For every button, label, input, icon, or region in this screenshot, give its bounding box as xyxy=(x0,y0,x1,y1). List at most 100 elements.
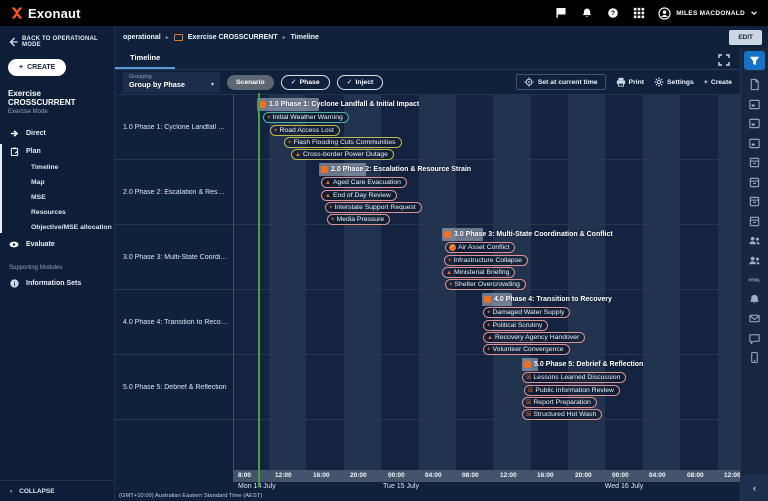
inject-pill[interactable]: +Infrastructure Collapse xyxy=(444,255,528,266)
inject-pill[interactable]: +Shelter Overcrowding xyxy=(445,279,526,290)
inject-pill[interactable]: ☒Lessons Learned Discussion xyxy=(522,372,626,383)
app-window: Exonaut ? MILES MACDONALD xyxy=(0,0,768,501)
archive-icon[interactable] xyxy=(747,195,763,208)
axis-tick-label: 16:00 xyxy=(537,472,554,479)
phase-label-column: 1.0 Phase 1: Cyclone Landfall & Initial … xyxy=(115,95,233,470)
set-at-current-time-button[interactable]: Set at current time xyxy=(516,74,606,90)
edit-button[interactable]: EDIT xyxy=(729,30,762,45)
archive-icon[interactable] xyxy=(747,156,763,169)
inject-pill[interactable]: ▲End of Day Review xyxy=(321,190,397,201)
inject-pill[interactable]: ▲Recovery Agency Handover xyxy=(483,332,585,343)
plus-icon: + xyxy=(19,64,23,71)
notifications-bell-icon[interactable] xyxy=(580,7,593,20)
phase-bar[interactable]: 4.0 Phase 4: Transition to Recovery xyxy=(484,294,612,305)
chip-phase[interactable]: ✓ Phase xyxy=(281,75,330,90)
html-icon[interactable]: HTML xyxy=(747,273,763,286)
bell-icon[interactable] xyxy=(747,293,763,306)
sidebar-item-information-sets[interactable]: i Information Sets xyxy=(0,274,114,292)
left-sidebar: BACK TO OPERATIONAL MODE + CREATE Exerci… xyxy=(0,26,115,501)
person-plus-icon: + xyxy=(487,323,491,329)
inject-pill[interactable]: +Volunteer Convergence xyxy=(483,344,570,355)
inject-label: Aged Care Evacuation xyxy=(333,179,401,186)
card-icon[interactable] xyxy=(747,98,763,111)
archive-icon[interactable] xyxy=(747,176,763,189)
phase-bar[interactable]: 1.0 Phase 1: Cyclone Landfall & Initial … xyxy=(259,99,419,110)
square-x-icon: ☒ xyxy=(526,412,531,418)
device-icon[interactable] xyxy=(747,351,763,364)
help-icon[interactable]: ? xyxy=(606,7,619,20)
card-icon[interactable] xyxy=(747,137,763,150)
archive-icon[interactable] xyxy=(747,215,763,228)
sidebar-item-map[interactable]: Map xyxy=(0,175,114,190)
inject-pill[interactable]: ☒Public Information Review xyxy=(524,385,620,396)
sidebar-item-plan[interactable]: Plan xyxy=(0,142,114,160)
card-icon[interactable] xyxy=(747,117,763,130)
chat-icon[interactable] xyxy=(747,332,763,345)
inject-pill[interactable]: ▲Aged Care Evacuation xyxy=(321,177,407,188)
sidebar-collapse-button[interactable]: ‹ COLLAPSE xyxy=(0,480,114,501)
users-icon[interactable] xyxy=(747,234,763,247)
back-to-operational-mode[interactable]: BACK TO OPERATIONAL MODE xyxy=(0,26,114,48)
user-menu[interactable]: MILES MACDONALD xyxy=(658,7,758,20)
phase-bar-label: 5.0 Phase 5: Debrief & Reflection xyxy=(534,361,643,368)
inject-pill[interactable]: +Media Pressure xyxy=(327,214,390,225)
sidebar-item-timeline[interactable]: Timeline xyxy=(0,160,114,175)
breadcrumb-exercise[interactable]: Exercise CROSSCURRENT xyxy=(188,34,278,41)
plus-icon: + xyxy=(704,79,708,86)
day-label: Tue 15 July xyxy=(383,483,419,490)
chip-inject[interactable]: ✓ Inject xyxy=(337,75,384,90)
inject-pill[interactable]: +Flash Flooding Cuts Communities xyxy=(284,137,402,148)
document-icon[interactable] xyxy=(747,78,763,91)
phase-bar[interactable]: 3.0 Phase 3: Multi-State Coordination & … xyxy=(444,229,613,240)
inject-pill[interactable]: ▲Cross-border Power Outage xyxy=(291,149,394,160)
sidebar-item-evaluate[interactable]: Evaluate xyxy=(0,235,114,253)
exonaut-logo[interactable]: Exonaut xyxy=(10,6,81,21)
print-button[interactable]: Print xyxy=(616,77,644,87)
filter-icon[interactable] xyxy=(744,51,765,70)
inject-pill[interactable]: ✓Air Asset Conflict xyxy=(445,242,515,253)
inject-pill[interactable]: +Initial Weather Warning xyxy=(263,112,349,123)
breadcrumb-operational[interactable]: operational xyxy=(123,34,161,41)
settings-button[interactable]: Settings xyxy=(654,77,694,87)
gantt-plot-area[interactable]: 1.0 Phase 1: Cyclone Landfall & Initial … xyxy=(233,95,740,470)
person-plus-icon: + xyxy=(274,128,278,134)
fullscreen-icon[interactable] xyxy=(718,53,730,65)
grouping-value: Group by Phase xyxy=(129,80,185,89)
mail-icon[interactable] xyxy=(747,312,763,325)
phase-bar-label: 1.0 Phase 1: Cyclone Landfall & Initial … xyxy=(269,101,419,108)
inject-label: Infrastructure Collapse xyxy=(454,257,522,264)
rail-collapse-button[interactable]: ‹ xyxy=(741,475,768,501)
right-icon-rail: HTML ‹ xyxy=(740,48,768,501)
create-inject-button[interactable]: + Create xyxy=(704,79,732,86)
inject-pill[interactable]: +Interstate Support Request xyxy=(325,202,422,213)
phase-bar[interactable]: 2.0 Phase 2: Escalation & Resource Strai… xyxy=(321,164,471,175)
inject-pill[interactable]: ☒Report Preparation xyxy=(522,397,597,408)
grouping-select[interactable]: Grouping Group by Phase ▾ xyxy=(123,72,220,93)
warning-icon: ▲ xyxy=(325,180,331,186)
feedback-flag-icon[interactable] xyxy=(554,7,567,20)
breadcrumb-timeline[interactable]: Timeline xyxy=(291,34,319,41)
inject-pill[interactable]: +Road Access Lost xyxy=(270,125,340,136)
person-plus-icon: + xyxy=(331,217,335,223)
apps-grid-icon[interactable] xyxy=(632,7,645,20)
sidebar-item-objective-mse-allocation[interactable]: Objective/MSE allocation xyxy=(0,220,114,235)
inject-pill[interactable]: ☒Structured Hot Wash xyxy=(522,409,602,420)
inject-label: Road Access Lost xyxy=(280,127,334,134)
inject-pill[interactable]: +Damaged Water Supply xyxy=(483,307,570,318)
sidebar-item-resources[interactable]: Resources xyxy=(0,205,114,220)
phase-bar[interactable]: 5.0 Phase 5: Debrief & Reflection xyxy=(524,359,643,370)
inject-pill[interactable]: ▲Ministerial Briefing xyxy=(442,267,515,278)
create-button[interactable]: + CREATE xyxy=(8,59,66,76)
inject-pill[interactable]: +Political Scrutiny xyxy=(483,320,548,331)
check-icon: ✓ xyxy=(347,78,353,86)
tab-bar: Timeline xyxy=(115,48,740,70)
person-plus-icon: + xyxy=(449,282,453,288)
chip-scenario[interactable]: Scenario xyxy=(227,75,274,90)
users-icon[interactable] xyxy=(747,254,763,267)
tab-timeline[interactable]: Timeline xyxy=(115,48,175,69)
svg-text:?: ? xyxy=(611,10,615,17)
breadcrumb-separator: ▸ xyxy=(166,34,169,41)
sidebar-item-mse[interactable]: MSE xyxy=(0,190,114,205)
sidebar-item-direct[interactable]: Direct xyxy=(0,124,114,142)
timeline-panel: Timeline Grouping Group by Phase ▾ xyxy=(115,48,740,501)
